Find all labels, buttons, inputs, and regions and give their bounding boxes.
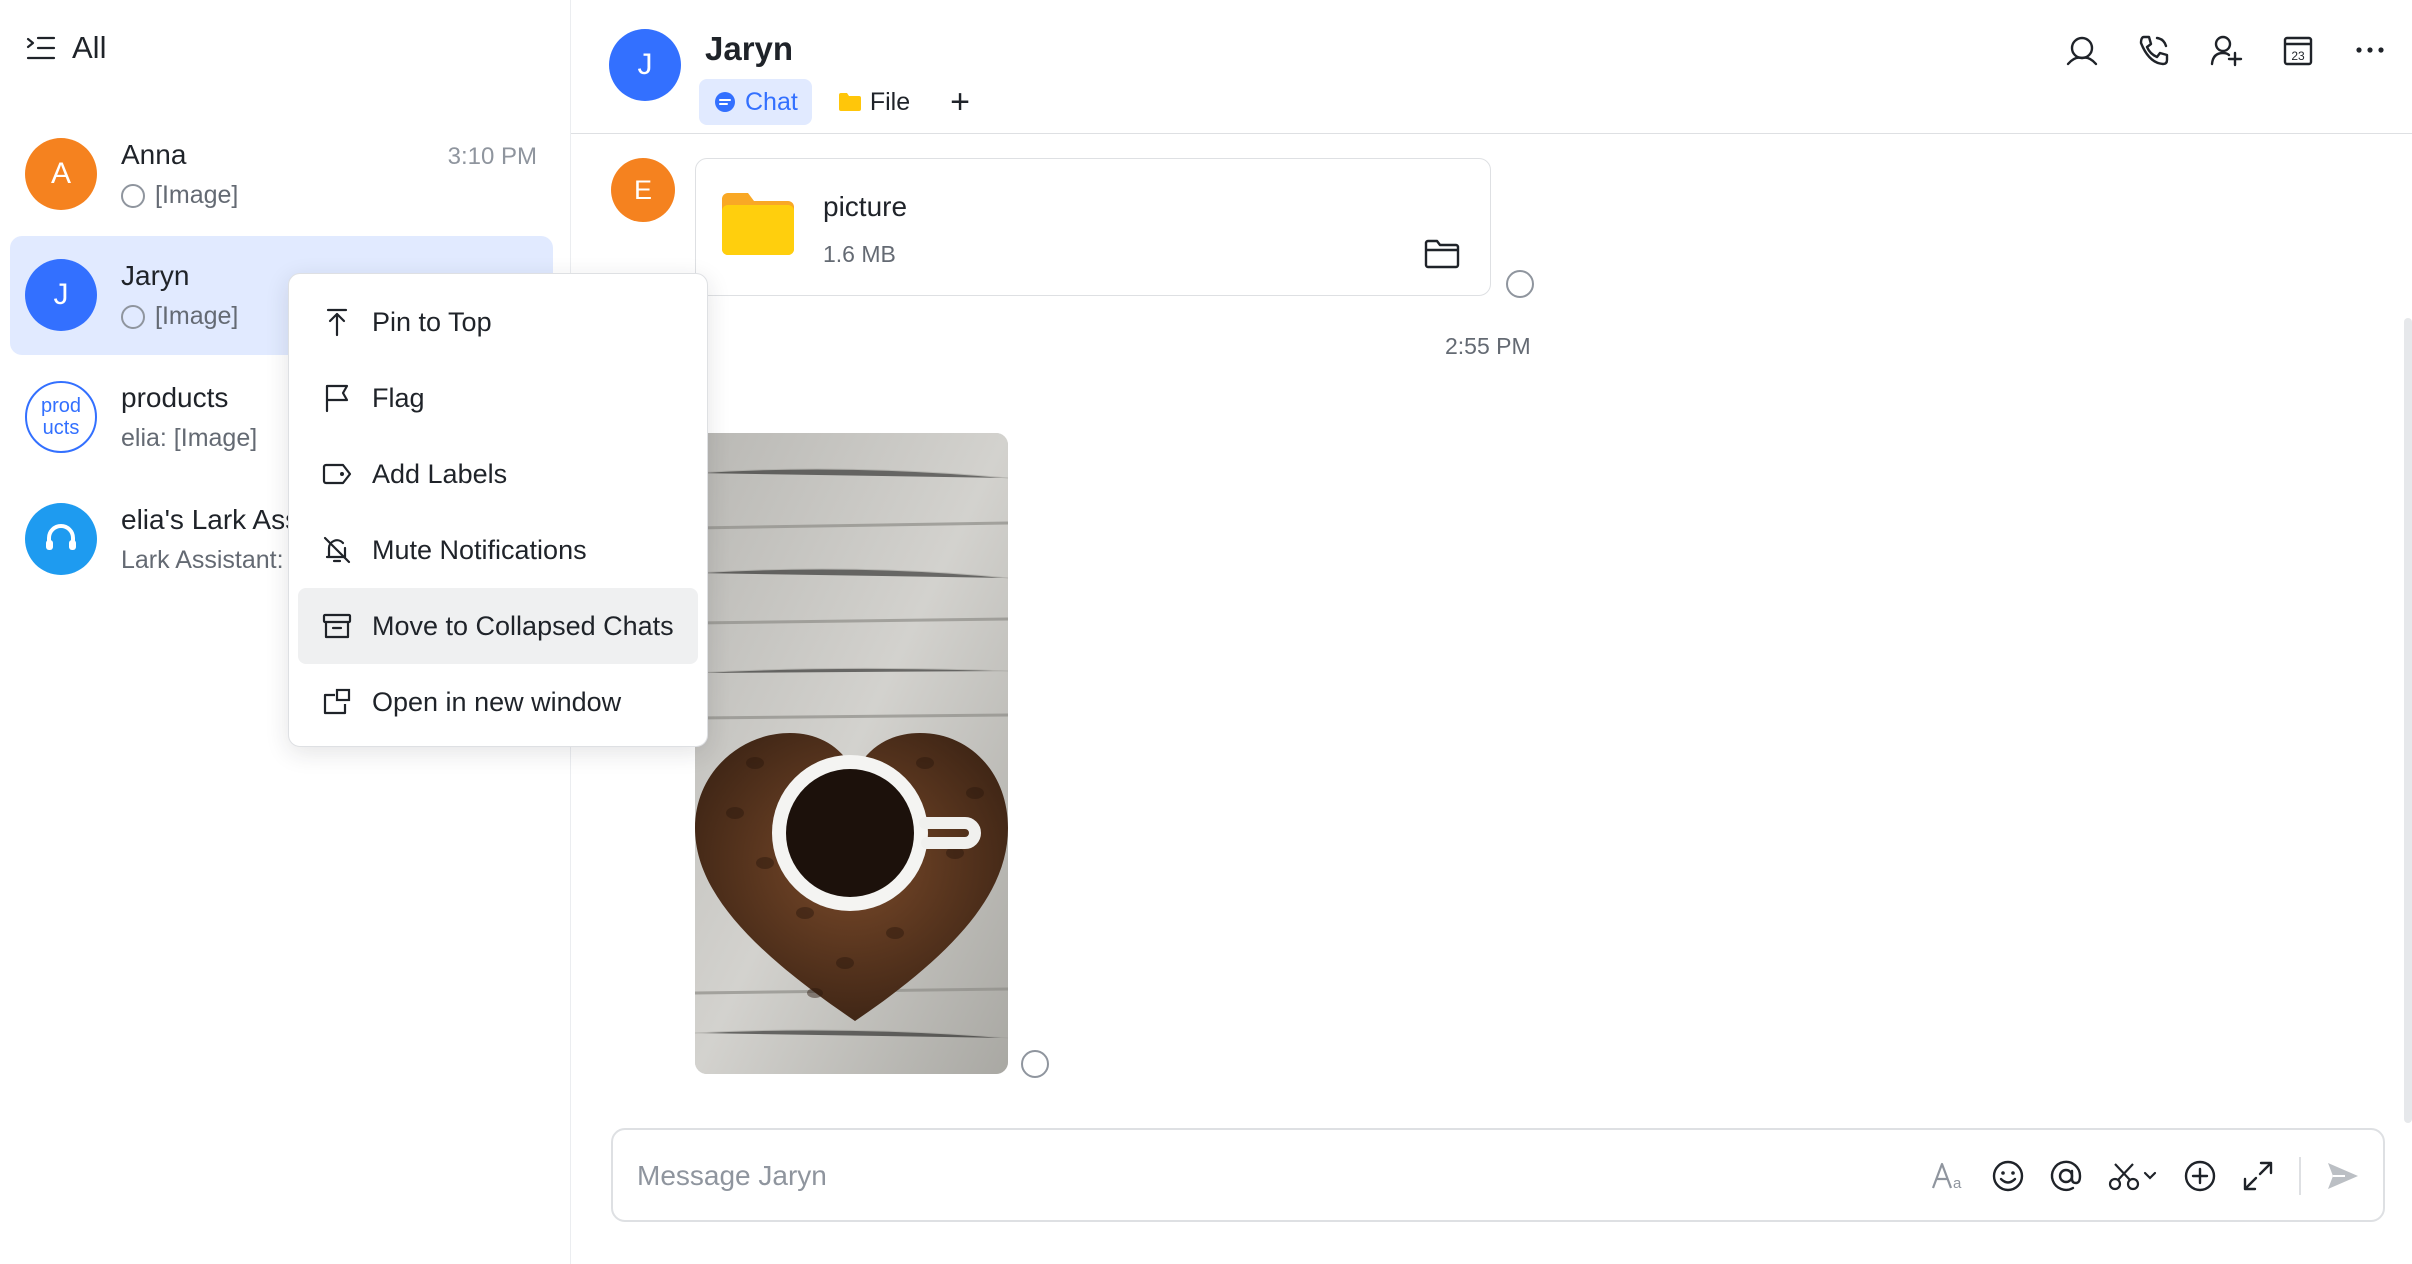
chat-name: products: [121, 382, 229, 413]
pin-top-icon: [322, 307, 352, 337]
chat-preview-text: [Image]: [155, 181, 239, 209]
menu-item-pin-to-top[interactable]: Pin to Top: [298, 284, 698, 360]
group-avatar: prod ucts: [25, 381, 97, 453]
chat-tabs: Chat File +: [699, 79, 984, 125]
tab-chat[interactable]: Chat: [699, 79, 812, 125]
menu-item-label: Move to Collapsed Chats: [372, 610, 674, 641]
chat-filter[interactable]: All: [26, 26, 106, 70]
assistant-avatar: [25, 503, 97, 575]
menu-item-label: Add Labels: [372, 458, 508, 489]
menu-item-label: Mute Notifications: [372, 534, 587, 565]
file-size: 1.6 MB: [823, 241, 896, 267]
toolbar-divider: [2299, 1157, 2301, 1195]
menu-item-add-labels[interactable]: Add Labels: [298, 436, 698, 512]
read-status-icon: [1021, 1050, 1049, 1078]
avatar-text-line: ucts: [42, 417, 80, 439]
file-name: picture: [823, 191, 908, 222]
folder-icon: [838, 92, 862, 112]
chat-preview: [Image]: [121, 302, 238, 331]
add-icon[interactable]: [2183, 1154, 2217, 1198]
menu-item-move-to-collapsed-chats[interactable]: Move to Collapsed Chats: [298, 588, 698, 664]
calendar-day-text: 23: [2291, 49, 2305, 63]
filter-menu-icon[interactable]: [26, 34, 56, 62]
unread-status-icon: [121, 183, 145, 208]
chat-title[interactable]: Jaryn: [705, 30, 793, 68]
composer-toolbar: a: [1931, 1154, 2361, 1198]
avatar: J: [25, 259, 97, 331]
sender-avatar[interactable]: E: [611, 158, 675, 222]
tab-label: File: [869, 87, 911, 116]
chat-preview-text: Lark Assistant: I: [121, 546, 298, 574]
read-status-icon: [1506, 270, 1534, 298]
calendar-icon[interactable]: 23: [2280, 30, 2316, 70]
chat-name: Jaryn: [121, 260, 190, 291]
filter-label: All: [72, 30, 107, 65]
tab-file[interactable]: File: [824, 79, 924, 125]
phone-icon[interactable]: [2136, 30, 2172, 70]
tab-label: Chat: [745, 87, 798, 116]
open-in-folder-icon[interactable]: [1424, 239, 1460, 269]
menu-item-open-new-window[interactable]: Open in new window: [298, 664, 698, 740]
text-format-icon[interactable]: a: [1931, 1154, 1967, 1198]
chat-name: Anna: [121, 139, 187, 170]
screenshot-icon[interactable]: [2107, 1154, 2159, 1198]
svg-text:a: a: [1953, 1175, 1962, 1192]
message-input[interactable]: [635, 1152, 1839, 1200]
chat-context-menu: Pin to Top Flag Add Labels Mute Notifica…: [288, 273, 708, 747]
chat-main-panel: J Jaryn Chat File + 23 E picture 1.6 MB …: [571, 0, 2412, 1264]
coffee-heart-image: [695, 433, 1008, 1074]
menu-item-label: Open in new window: [372, 686, 622, 717]
label-icon: [322, 459, 352, 489]
chat-preview-text: [Image]: [155, 302, 239, 330]
chat-header: J Jaryn Chat File + 23: [571, 0, 2412, 134]
menu-item-mute-notifications[interactable]: Mute Notifications: [298, 512, 698, 588]
add-tab-button[interactable]: +: [936, 79, 984, 125]
menu-item-flag[interactable]: Flag: [298, 360, 698, 436]
headset-icon: [46, 524, 76, 550]
archive-icon: [322, 611, 352, 641]
chat-preview: elia: [Image]: [121, 424, 257, 453]
emoji-icon[interactable]: [1991, 1154, 2025, 1198]
flag-icon: [322, 383, 352, 413]
send-icon[interactable]: [2325, 1154, 2361, 1198]
file-message-card[interactable]: picture 1.6 MB: [695, 158, 1491, 296]
mute-icon: [322, 535, 352, 565]
chat-item-anna[interactable]: A Anna 3:10 PM [Image]: [10, 115, 553, 234]
new-window-icon: [322, 687, 352, 717]
mention-icon[interactable]: [2049, 1154, 2083, 1198]
more-icon[interactable]: [2352, 30, 2388, 70]
image-message[interactable]: [695, 433, 1008, 1074]
expand-icon[interactable]: [2241, 1154, 2275, 1198]
add-member-icon[interactable]: [2208, 30, 2244, 70]
message-composer: a: [611, 1128, 2385, 1222]
avatar: A: [25, 138, 97, 210]
chat-avatar[interactable]: J: [609, 29, 681, 101]
folder-icon: [720, 191, 796, 257]
header-actions: 23: [2064, 30, 2388, 70]
time-separator: 2:55 PM: [1445, 333, 1531, 359]
chat-preview-text: elia: [Image]: [121, 424, 258, 452]
chat-bubble-icon: [713, 90, 737, 114]
chat-preview: [Image]: [121, 181, 238, 210]
search-icon[interactable]: [2064, 30, 2100, 70]
menu-item-label: Pin to Top: [372, 306, 492, 337]
scrollbar[interactable]: [2404, 318, 2412, 1123]
chat-time: 3:10 PM: [447, 143, 537, 170]
menu-item-label: Flag: [372, 382, 425, 413]
chat-preview: Lark Assistant: I: [121, 546, 297, 575]
avatar-text-line: prod: [40, 395, 82, 417]
unread-status-icon: [121, 304, 145, 329]
chat-name: elia's Lark Ass: [121, 504, 300, 535]
